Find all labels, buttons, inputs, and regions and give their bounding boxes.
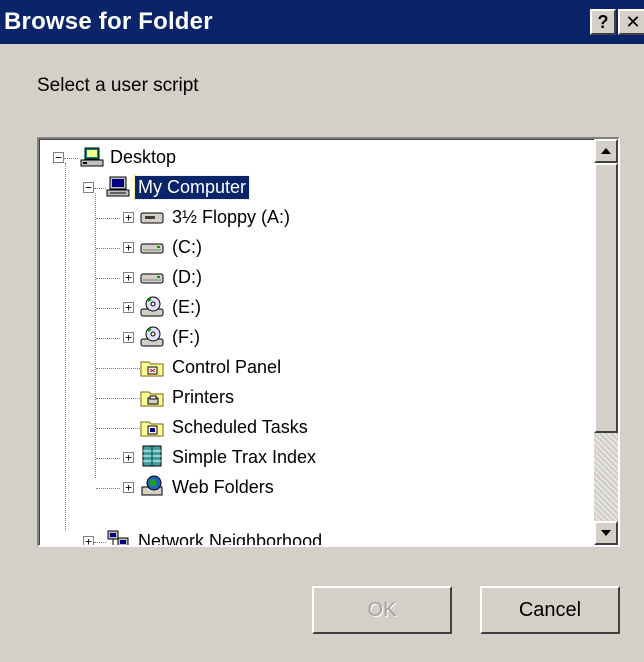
network-icon — [107, 530, 129, 545]
close-icon: ✕ — [625, 12, 641, 32]
floppy-drive-icon — [140, 212, 164, 224]
tree-item-label: Printers — [172, 387, 235, 407]
arrow-down-icon — [601, 530, 611, 536]
cancel-button[interactable]: Cancel — [480, 586, 620, 634]
title-bar[interactable]: Browse for Folder ? ✕ — [0, 0, 644, 44]
expand-toggle[interactable]: + — [123, 482, 134, 493]
tree-item-label: (E:) — [172, 297, 201, 317]
tree-item-label: (F:) — [172, 327, 200, 347]
tree-item-label: (D:) — [172, 267, 202, 287]
expand-toggle[interactable]: + — [123, 212, 134, 223]
close-button[interactable]: ✕ — [618, 9, 644, 35]
tree-item-scheduled-tasks[interactable]: Scheduled Tasks — [39, 413, 579, 443]
tree-item-drive-d[interactable]: + (D:) — [39, 263, 579, 293]
collapse-toggle[interactable]: − — [53, 152, 64, 163]
hard-drive-icon — [140, 273, 164, 284]
tree-item-desktop[interactable]: − Desktop — [39, 143, 579, 173]
tree-item-floppy[interactable]: + 3½ Floppy (A:) — [39, 203, 579, 233]
hard-drive-icon — [140, 243, 164, 254]
expand-toggle[interactable]: + — [123, 272, 134, 283]
help-button[interactable]: ? — [590, 9, 616, 35]
scroll-thumb[interactable] — [594, 163, 618, 433]
tree-item-label: Web Folders — [172, 477, 274, 497]
tree-item-label: My Computer — [133, 175, 251, 200]
tree-item-drive-c[interactable]: + (C:) — [39, 233, 579, 263]
window-title: Browse for Folder — [4, 8, 213, 35]
collapse-toggle[interactable]: − — [83, 182, 94, 193]
tree-item-web-folders[interactable]: + Web Folders — [39, 473, 579, 503]
tree-item-label: Scheduled Tasks — [172, 417, 308, 437]
ok-button[interactable]: OK — [312, 586, 452, 634]
tree-item-label: (C:) — [172, 237, 202, 257]
tree-item-label: 3½ Floppy (A:) — [172, 207, 291, 227]
tree-item-drive-f[interactable]: + (F:) — [39, 323, 579, 353]
tree-item-label: Control Panel — [172, 357, 282, 377]
tree-item-label: Desktop — [110, 147, 177, 167]
folder-tree[interactable]: − Desktop − My Computer + 3½ Floppy (A:)… — [37, 137, 620, 547]
tree-item-label: Simple Trax Index — [172, 447, 317, 467]
instruction-text: Select a user script — [37, 75, 199, 96]
tree-item-drive-e[interactable]: + (E:) — [39, 293, 579, 323]
computer-icon — [106, 176, 130, 197]
tree-item-label: Network Neighborhood — [138, 531, 323, 545]
cd-drive-icon — [140, 296, 164, 317]
cancel-button-label: Cancel — [518, 598, 582, 621]
expand-toggle[interactable]: + — [123, 452, 134, 463]
tree-item-my-computer[interactable]: − My Computer — [39, 173, 579, 203]
expand-toggle[interactable]: + — [123, 332, 134, 343]
control-panel-icon — [140, 361, 164, 377]
tree-view[interactable]: − Desktop − My Computer + 3½ Floppy (A:)… — [39, 139, 589, 545]
vertical-scrollbar[interactable] — [594, 139, 618, 545]
expand-toggle[interactable]: + — [83, 536, 94, 545]
scroll-down-button[interactable] — [594, 521, 618, 545]
expand-toggle[interactable]: + — [123, 242, 134, 253]
scheduled-tasks-icon — [140, 421, 164, 437]
tree-item-printers[interactable]: Printers — [39, 383, 579, 413]
desktop-icon — [80, 147, 104, 167]
printers-icon — [140, 391, 164, 407]
tree-item-simple-trax-index[interactable]: + Simple Trax Index — [39, 443, 579, 473]
expand-toggle[interactable]: + — [123, 302, 134, 313]
arrow-up-icon — [601, 148, 611, 154]
help-icon: ? — [597, 12, 609, 32]
tree-item-control-panel[interactable]: Control Panel — [39, 353, 579, 383]
scroll-up-button[interactable] — [594, 139, 618, 163]
tree-item-network-neighborhood[interactable]: + Network Neighborhood — [39, 527, 579, 545]
cd-drive-icon — [140, 326, 164, 347]
web-folders-icon — [141, 475, 163, 496]
database-icon — [142, 445, 162, 467]
ok-button-label: OK — [367, 598, 397, 621]
